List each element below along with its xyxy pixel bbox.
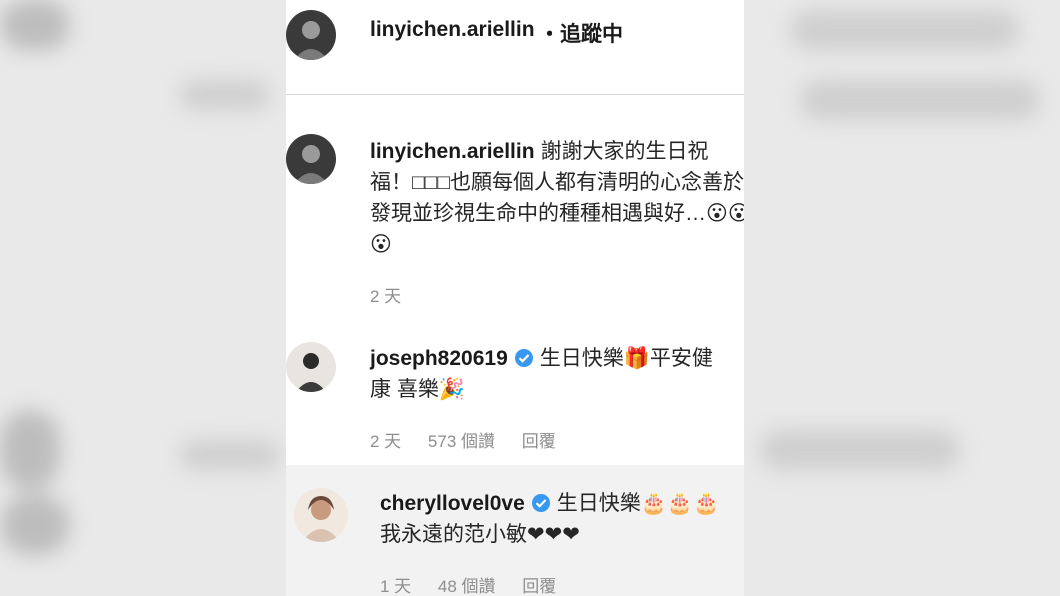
comment-avatar[interactable] xyxy=(286,342,336,392)
comment-likes[interactable]: 573 個讚 xyxy=(428,432,495,451)
divider xyxy=(286,94,744,95)
comment-time[interactable]: 1 天 xyxy=(380,577,411,596)
instagram-post-panel: linyichen.ariellin ・追蹤中 linyichen.ariell… xyxy=(286,0,744,596)
caption-time[interactable]: 2 天 xyxy=(370,287,401,306)
follow-status[interactable]: ・追蹤中 xyxy=(539,18,623,48)
reply-button[interactable]: 回覆 xyxy=(522,577,556,596)
caption-avatar[interactable] xyxy=(286,134,336,184)
comment-username[interactable]: joseph820619 xyxy=(370,347,508,370)
verified-badge-icon xyxy=(514,346,534,367)
caption-meta: 2 天 xyxy=(370,282,423,307)
comment-avatar[interactable] xyxy=(294,488,348,542)
comment-meta: 2 天 573 個讚 回覆 xyxy=(370,427,578,452)
avatar[interactable] xyxy=(286,10,336,60)
comment-likes[interactable]: 48 個讚 xyxy=(438,577,496,596)
post-header: linyichen.ariellin ・追蹤中 xyxy=(286,0,744,94)
caption-comment: linyichen.ariellin 謝謝大家的生日祝福！□□□也願每個人都有清明… xyxy=(370,136,744,260)
header-username[interactable]: linyichen.ariellin xyxy=(370,18,535,42)
comment-item: joseph820619 生日快樂🎁平安健康 喜樂🎉 xyxy=(370,343,720,405)
comment-time[interactable]: 2 天 xyxy=(370,432,401,451)
comment-item: cheryllovel0ve 生日快樂🎂🎂🎂我永遠的范小敏❤❤❤ xyxy=(380,488,730,550)
comment-meta: 1 天 48 個讚 回覆 xyxy=(380,572,578,596)
reply-button[interactable]: 回覆 xyxy=(522,432,556,451)
caption-username[interactable]: linyichen.ariellin xyxy=(370,140,535,163)
comment-username[interactable]: cheryllovel0ve xyxy=(380,492,525,515)
verified-badge-icon xyxy=(531,491,551,512)
